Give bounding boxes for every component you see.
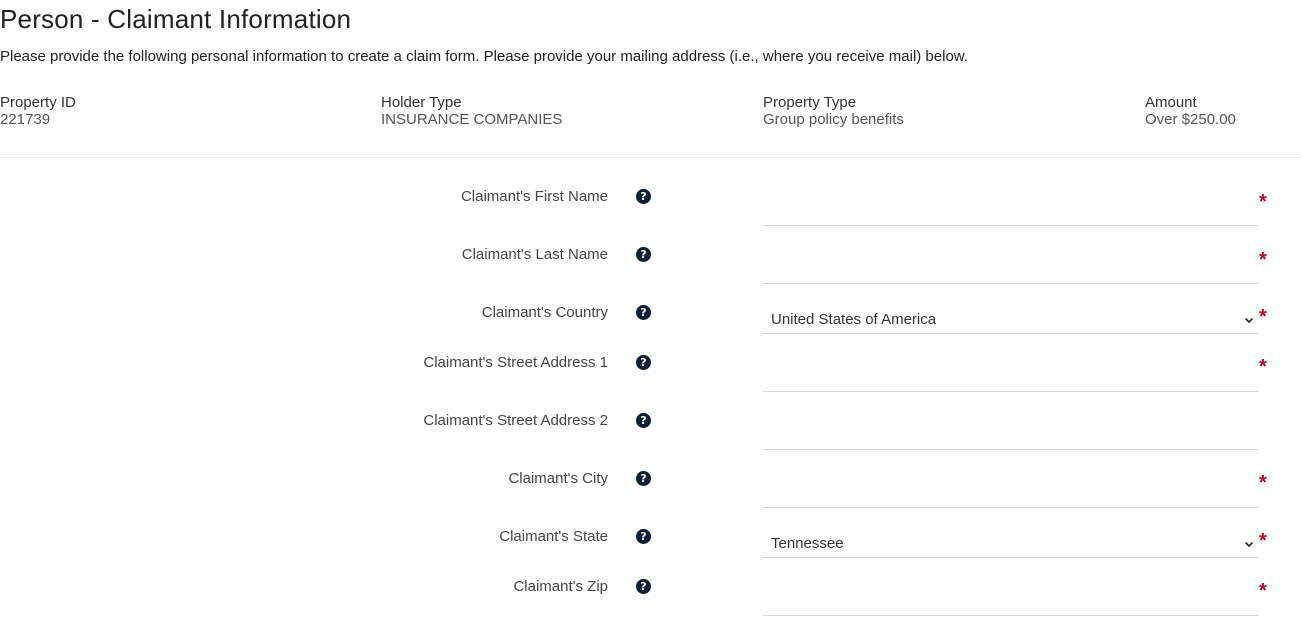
summary-value: Over $250.00 bbox=[1145, 111, 1236, 128]
summary-property-type: Property Type Group policy benefits bbox=[763, 94, 904, 128]
required-indicator: * bbox=[1259, 306, 1267, 328]
required-indicator: * bbox=[1259, 249, 1267, 271]
summary-value: INSURANCE COMPANIES bbox=[381, 111, 563, 128]
first-name-field[interactable] bbox=[763, 192, 1258, 226]
form-row-last-name: Claimant's Last Name ? * bbox=[0, 243, 1301, 293]
summary-amount: Amount Over $250.00 bbox=[1145, 94, 1236, 128]
help-icon[interactable]: ? bbox=[636, 529, 651, 544]
help-icon[interactable]: ? bbox=[636, 247, 651, 262]
street-address-2-input[interactable] bbox=[763, 416, 1258, 448]
street-address-2-label: Claimant's Street Address 2 bbox=[423, 412, 608, 429]
form-row-street-address-1: Claimant's Street Address 1 ? * bbox=[0, 351, 1301, 401]
country-label: Claimant's Country bbox=[481, 304, 608, 321]
street-address-1-input[interactable] bbox=[763, 358, 1258, 390]
form-row-state: Claimant's State ? Tennessee * bbox=[0, 525, 1301, 575]
first-name-input[interactable] bbox=[763, 192, 1258, 224]
city-field[interactable] bbox=[763, 474, 1258, 508]
help-icon[interactable]: ? bbox=[636, 471, 651, 486]
chevron-down-icon bbox=[1244, 317, 1254, 324]
help-icon[interactable]: ? bbox=[636, 189, 651, 204]
required-indicator: * bbox=[1259, 191, 1267, 213]
zip-label: Claimant's Zip bbox=[513, 578, 608, 595]
summary-property-id: Property ID 221739 bbox=[0, 94, 76, 128]
state-label: Claimant's State bbox=[499, 528, 608, 545]
summary-label: Property ID bbox=[0, 94, 76, 111]
country-selected-value: United States of America bbox=[771, 311, 937, 328]
required-indicator: * bbox=[1259, 472, 1267, 494]
first-name-label: Claimant's First Name bbox=[460, 188, 608, 205]
city-label: Claimant's City bbox=[508, 470, 608, 487]
help-icon[interactable]: ? bbox=[636, 579, 651, 594]
chevron-down-icon bbox=[1244, 541, 1254, 548]
zip-input[interactable] bbox=[763, 582, 1258, 614]
claimant-information-page: Person - Claimant Information Please pro… bbox=[0, 0, 1301, 619]
required-indicator: * bbox=[1259, 356, 1267, 378]
page-instructions: Please provide the following personal in… bbox=[0, 48, 968, 65]
required-indicator: * bbox=[1259, 530, 1267, 552]
section-divider bbox=[0, 157, 1301, 158]
page-title: Person - Claimant Information bbox=[0, 4, 352, 34]
street-address-1-field[interactable] bbox=[763, 358, 1258, 392]
street-address-2-field[interactable] bbox=[763, 416, 1258, 450]
street-address-1-label: Claimant's Street Address 1 bbox=[423, 354, 608, 371]
city-input[interactable] bbox=[763, 474, 1258, 506]
form-row-street-address-2: Claimant's Street Address 2 ? bbox=[0, 409, 1301, 459]
country-select[interactable]: United States of America bbox=[763, 300, 1258, 334]
zip-field[interactable] bbox=[763, 582, 1258, 616]
summary-holder-type: Holder Type INSURANCE COMPANIES bbox=[381, 94, 562, 128]
summary-label: Holder Type bbox=[381, 94, 462, 111]
summary-value: 221739 bbox=[0, 111, 51, 128]
last-name-input[interactable] bbox=[763, 250, 1258, 282]
last-name-label: Claimant's Last Name bbox=[461, 246, 608, 263]
summary-value: Group policy benefits bbox=[763, 111, 904, 128]
summary-label: Property Type bbox=[763, 94, 857, 111]
form-row-city: Claimant's City ? * bbox=[0, 467, 1301, 517]
help-icon[interactable]: ? bbox=[636, 355, 651, 370]
state-selected-value: Tennessee bbox=[771, 535, 844, 552]
summary-label: Amount bbox=[1145, 94, 1197, 111]
form-row-zip: Claimant's Zip ? * bbox=[0, 575, 1301, 619]
required-indicator: * bbox=[1259, 580, 1267, 602]
property-summary: Property ID 221739 Holder Type INSURANCE… bbox=[0, 94, 1301, 134]
last-name-field[interactable] bbox=[763, 250, 1258, 284]
help-icon[interactable]: ? bbox=[636, 305, 651, 320]
form-row-country: Claimant's Country ? United States of Am… bbox=[0, 301, 1301, 351]
form-row-first-name: Claimant's First Name ? * bbox=[0, 185, 1301, 235]
state-select[interactable]: Tennessee bbox=[763, 524, 1258, 558]
help-icon[interactable]: ? bbox=[636, 413, 651, 428]
